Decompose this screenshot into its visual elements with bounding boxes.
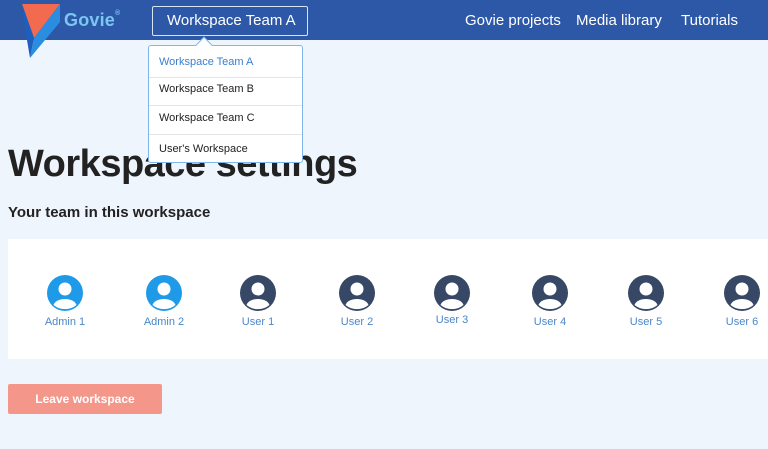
dropdown-option-users-workspace[interactable]: User's Workspace [149, 134, 302, 163]
nav-govie-projects[interactable]: Govie projects [465, 12, 561, 29]
user-avatar-icon [628, 275, 664, 311]
member-user-4[interactable]: User 4 [510, 275, 590, 328]
member-name: User 3 [435, 314, 469, 326]
member-name: User 4 [533, 316, 567, 328]
member-name: Admin 2 [143, 316, 185, 328]
member-name: Admin 1 [44, 316, 86, 328]
user-avatar-icon [434, 275, 470, 311]
member-user-6[interactable]: User 6 [702, 275, 768, 328]
member-admin-1[interactable]: Admin 1 [25, 275, 105, 328]
govie-logo-icon[interactable] [20, 4, 60, 58]
nav-tutorials[interactable]: Tutorials [681, 12, 738, 29]
workspace-dropdown-menu: Workspace Team A Workspace Team B Worksp… [148, 36, 303, 163]
member-user-3[interactable]: User 3 [412, 275, 492, 326]
user-avatar-icon [240, 275, 276, 311]
member-name: User 6 [725, 316, 759, 328]
member-name: User 2 [340, 316, 374, 328]
member-admin-2[interactable]: Admin 2 [124, 275, 204, 328]
member-user-5[interactable]: User 5 [606, 275, 686, 328]
user-avatar-icon [724, 275, 760, 311]
dropdown-option-team-a[interactable]: Workspace Team A [149, 56, 302, 68]
admin-avatar-icon [47, 275, 83, 311]
nav-media-library[interactable]: Media library [576, 12, 662, 29]
team-members-card: Admin 1 Admin 2 User 1 User 2 User 3 Use… [8, 239, 768, 359]
user-avatar-icon [532, 275, 568, 311]
logo-text[interactable]: Govie® [64, 10, 120, 31]
workspace-selector[interactable]: Workspace Team A [152, 6, 308, 36]
member-name: User 5 [629, 316, 663, 328]
member-user-2[interactable]: User 2 [317, 275, 397, 328]
admin-avatar-icon [146, 275, 182, 311]
member-name: User 1 [241, 316, 275, 328]
leave-workspace-button[interactable]: Leave workspace [8, 384, 162, 414]
user-avatar-icon [339, 275, 375, 311]
member-user-1[interactable]: User 1 [218, 275, 298, 328]
dropdown-option-team-c[interactable]: Workspace Team C [149, 105, 302, 135]
section-subtitle: Your team in this workspace [8, 204, 211, 221]
dropdown-option-team-b[interactable]: Workspace Team B [149, 77, 302, 105]
